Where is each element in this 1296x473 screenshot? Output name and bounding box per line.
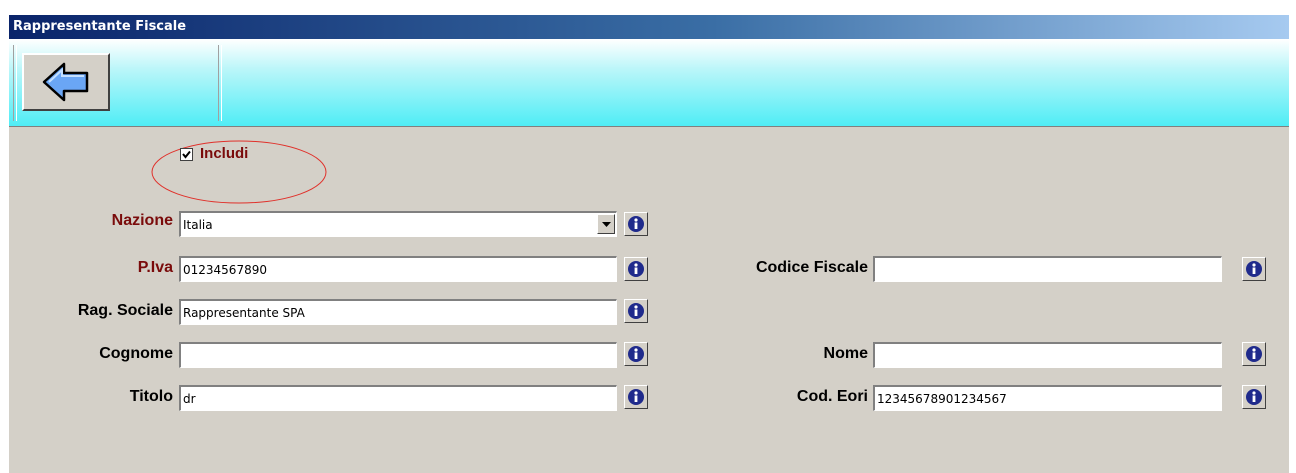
- codice-fiscale-field[interactable]: [873, 256, 1222, 282]
- checkmark-icon: [182, 150, 191, 159]
- includi-checkbox[interactable]: [180, 148, 193, 161]
- rag-sociale-value: Rappresentante SPA: [183, 306, 305, 320]
- titolo-field[interactable]: dr: [179, 385, 617, 411]
- cod-eori-field[interactable]: 12345678901234567: [873, 385, 1222, 411]
- info-icon: [628, 216, 644, 232]
- back-button[interactable]: [22, 53, 110, 111]
- window-title: Rappresentante Fiscale: [13, 19, 187, 34]
- cod-eori-label: Cod. Eori: [796, 388, 868, 405]
- codice-fiscale-label: Codice Fiscale: [755, 259, 868, 276]
- toolbar: [9, 39, 1289, 127]
- toolbar-separator: [218, 45, 222, 121]
- info-icon: [1246, 346, 1262, 362]
- info-icon: [1246, 389, 1262, 405]
- nome-field[interactable]: [873, 342, 1222, 368]
- info-icon: [628, 346, 644, 362]
- nome-label: Nome: [823, 345, 868, 362]
- titolo-info-button[interactable]: [624, 385, 648, 409]
- rag-sociale-label: Rag. Sociale: [77, 302, 173, 319]
- nazione-label: Nazione: [111, 212, 173, 229]
- titolo-label: Titolo: [129, 388, 173, 405]
- includi-label: Includi: [200, 145, 249, 162]
- nazione-value: Italia: [183, 218, 213, 232]
- cod-eori-info-button[interactable]: [1242, 385, 1266, 409]
- info-icon: [628, 261, 644, 277]
- info-icon: [1246, 261, 1262, 277]
- piva-field[interactable]: 01234567890: [179, 256, 617, 282]
- titolo-value: dr: [183, 392, 196, 406]
- title-bar: Rappresentante Fiscale: [9, 15, 1289, 39]
- nazione-select[interactable]: Italia: [179, 211, 617, 237]
- codice-fiscale-info-button[interactable]: [1242, 257, 1266, 281]
- nome-info-button[interactable]: [1242, 342, 1266, 366]
- left-arrow-icon: [42, 62, 89, 102]
- info-icon: [628, 303, 644, 319]
- cod-eori-value: 12345678901234567: [877, 392, 1007, 406]
- cognome-field[interactable]: [179, 342, 617, 368]
- nazione-info-button[interactable]: [624, 212, 648, 236]
- chevron-down-icon: [602, 222, 611, 227]
- piva-label: P.Iva: [137, 259, 173, 276]
- rappresentante-fiscale-window: Rappresentante Fiscale Includi Nazione P…: [9, 15, 1289, 473]
- cognome-label: Cognome: [99, 345, 173, 362]
- rag-sociale-info-button[interactable]: [624, 299, 648, 323]
- rag-sociale-field[interactable]: Rappresentante SPA: [179, 299, 617, 325]
- piva-value: 01234567890: [183, 263, 267, 277]
- info-icon: [628, 389, 644, 405]
- nazione-dropdown-button[interactable]: [597, 214, 615, 234]
- cognome-info-button[interactable]: [624, 342, 648, 366]
- piva-info-button[interactable]: [624, 257, 648, 281]
- toolbar-grip: [13, 45, 17, 121]
